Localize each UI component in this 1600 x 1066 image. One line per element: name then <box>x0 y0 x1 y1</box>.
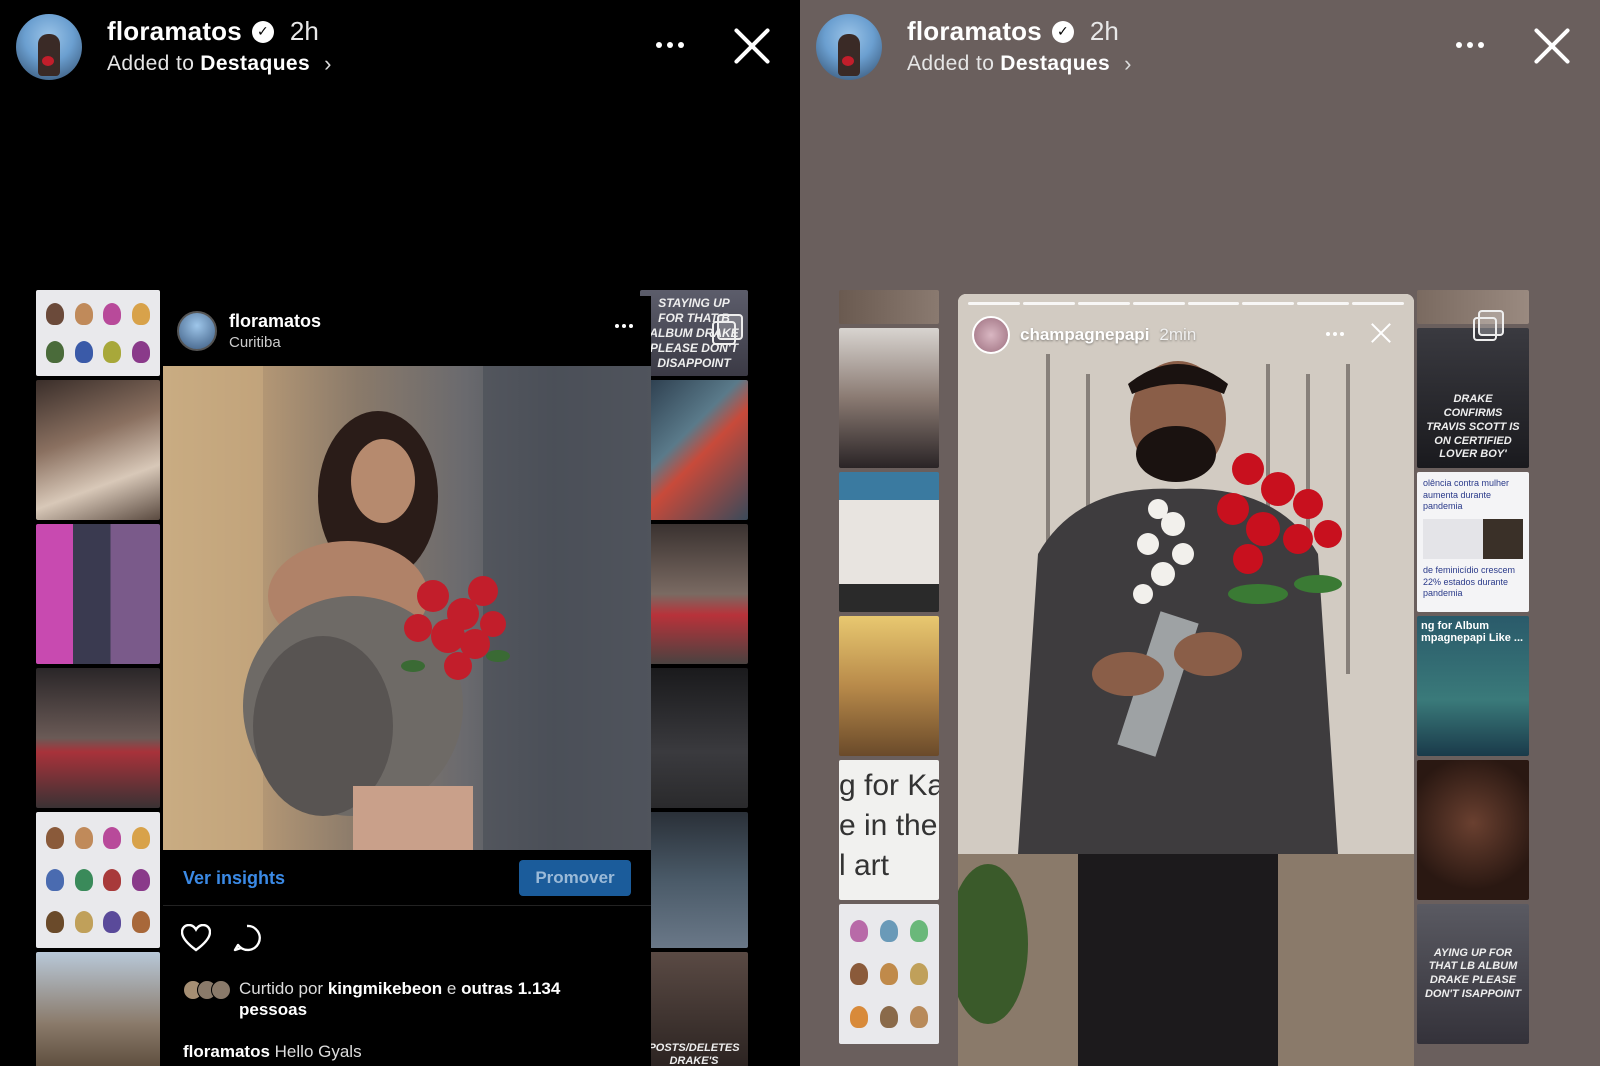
highlight-name: Destaques <box>200 52 311 75</box>
promote-button[interactable]: Promover <box>519 860 631 896</box>
headline-tile: AYING UP FOR THAT LB ALBUM DRAKE PLEASE … <box>1417 904 1529 1044</box>
close-icon[interactable] <box>728 22 776 70</box>
left-collage-column <box>36 290 160 1066</box>
embedded-story[interactable]: champagnepapi 2min <box>958 294 1414 1066</box>
embedded-username[interactable]: champagnepapi <box>1020 325 1149 345</box>
verified-badge-icon: ✓ <box>1051 20 1074 43</box>
embedded-instagram-post[interactable]: floramatos Curitiba Ver insights Promove… <box>163 296 651 1066</box>
article-tile: olência contra mulher aumenta durante pa… <box>1417 472 1529 612</box>
post-header: floramatos Curitiba <box>163 296 651 366</box>
headline-text: AYING UP FOR THAT LB ALBUM DRAKE PLEASE … <box>1424 946 1522 1000</box>
screenshot-stage: STAYING UP FOR THAT B ALBUM DRAKE PLEASE… <box>0 0 1600 1066</box>
story-progress-bar <box>968 302 1404 305</box>
headline-text: DRAKE CONFIRMS TRAVIS SCOTT IS ON CERTIF… <box>1426 393 1520 461</box>
highlight-name: Destaques <box>1000 52 1111 75</box>
story-time: 2h <box>1089 16 1119 46</box>
liked-by-row: Curtido por kingmikebeon e outras 1.134 … <box>183 978 623 1020</box>
portrait-with-roses-illustration <box>163 366 651 850</box>
heart-icon[interactable] <box>181 924 211 952</box>
caption-username[interactable]: floramatos <box>183 1042 270 1061</box>
user-row: floramatos ✓ 2h <box>107 16 319 47</box>
left-collage-column: g for Ka e in the l art <box>839 290 939 1066</box>
embedded-time: 2min <box>1159 325 1197 344</box>
embedded-more-icon[interactable] <box>1326 332 1344 336</box>
profile-avatar[interactable] <box>16 14 82 80</box>
post-photo <box>163 366 651 850</box>
album-text: ng for Album mpagnepapi Like ... <box>1421 620 1524 644</box>
photo-tile <box>36 380 160 520</box>
photo-tile <box>1417 760 1529 900</box>
user-row: floramatos ✓ 2h <box>907 16 1119 47</box>
multi-post-icon <box>712 314 743 345</box>
emoji-tile <box>36 812 160 948</box>
story-header: floramatos ✓ 2h Added to Destaques › <box>0 0 800 90</box>
liked-by-text[interactable]: Curtido por kingmikebeon e outras 1.134 … <box>239 978 623 1020</box>
right-collage-column: DRAKE CONFIRMS TRAVIS SCOTT IS ON CERTIF… <box>1417 290 1529 1066</box>
photo-tile <box>36 668 160 808</box>
added-to-label: Added to <box>107 52 195 75</box>
photo-tile <box>640 812 748 948</box>
photo-tile: POSTS/DELETES DRAKE'S <box>640 952 748 1066</box>
story-username[interactable]: floramatos <box>907 16 1042 47</box>
article-line-2: de feminicídio crescem 22% estados duran… <box>1423 565 1516 599</box>
view-insights-link[interactable]: Ver insights <box>183 868 285 889</box>
post-more-icon[interactable] <box>615 324 633 328</box>
photo-tile <box>640 668 748 808</box>
post-avatar[interactable] <box>177 311 217 351</box>
photo-tile <box>839 328 939 468</box>
headline-text: POSTS/DELETES DRAKE'S <box>648 1041 740 1066</box>
ka-line-2: e in the <box>839 809 938 842</box>
post-location[interactable]: Curitiba <box>229 334 321 351</box>
right-collage-column: STAYING UP FOR THAT B ALBUM DRAKE PLEASE… <box>640 290 748 1066</box>
insights-bar: Ver insights Promover <box>163 850 651 906</box>
more-options-icon[interactable] <box>1452 32 1488 58</box>
man-with-roses-illustration <box>958 294 1414 1066</box>
caption-text: Hello Gyals <box>274 1042 362 1061</box>
ka-line-1: g for Ka <box>839 769 939 802</box>
photo-grid-tile <box>640 380 748 520</box>
post-caption: floramatos Hello Gyals <box>183 1042 362 1062</box>
left-story-panel: STAYING UP FOR THAT B ALBUM DRAKE PLEASE… <box>0 0 800 1066</box>
photo-tile <box>36 952 160 1066</box>
story-header: floramatos ✓ 2h Added to Destaques › <box>800 0 1600 90</box>
headline-tile: DRAKE CONFIRMS TRAVIS SCOTT IS ON CERTIF… <box>1417 328 1529 468</box>
more-options-icon[interactable] <box>652 32 688 58</box>
chevron-right-icon: › <box>1124 51 1132 76</box>
close-icon[interactable] <box>1528 22 1576 70</box>
headline-text-tile: g for Ka e in the l art <box>839 760 939 900</box>
embedded-avatar[interactable] <box>972 316 1010 354</box>
multi-post-icon <box>1473 310 1504 341</box>
profile-avatar[interactable] <box>816 14 882 80</box>
photo-tile <box>640 524 748 664</box>
photo-tile <box>839 616 939 756</box>
story-time: 2h <box>289 16 319 46</box>
highlight-link[interactable]: Added to Destaques › <box>107 51 332 77</box>
photo-tile: ng for Album mpagnepapi Like ... <box>1417 616 1529 756</box>
highlight-link[interactable]: Added to Destaques › <box>907 51 1132 77</box>
post-username[interactable]: floramatos <box>229 311 321 332</box>
right-story-panel: g for Ka e in the l art DRAKE CONFIRMS T… <box>800 0 1600 1066</box>
comment-icon[interactable] <box>233 924 263 952</box>
embedded-close-icon[interactable] <box>1368 320 1394 346</box>
photo-grid-tile <box>36 524 160 664</box>
chevron-right-icon: › <box>324 51 332 76</box>
emoji-tile <box>839 904 939 1044</box>
verified-badge-icon: ✓ <box>251 20 274 43</box>
post-actions <box>181 924 263 952</box>
embedded-story-header: champagnepapi 2min <box>972 312 1400 358</box>
emoji-tile <box>36 290 160 376</box>
photo-tile <box>839 472 939 612</box>
photo-tile <box>839 290 939 324</box>
liked-avatars <box>183 980 231 1020</box>
ka-line-3: l art <box>839 849 890 882</box>
added-to-label: Added to <box>907 52 995 75</box>
article-line-1: olência contra mulher aumenta durante pa… <box>1423 478 1510 512</box>
story-username[interactable]: floramatos <box>107 16 242 47</box>
